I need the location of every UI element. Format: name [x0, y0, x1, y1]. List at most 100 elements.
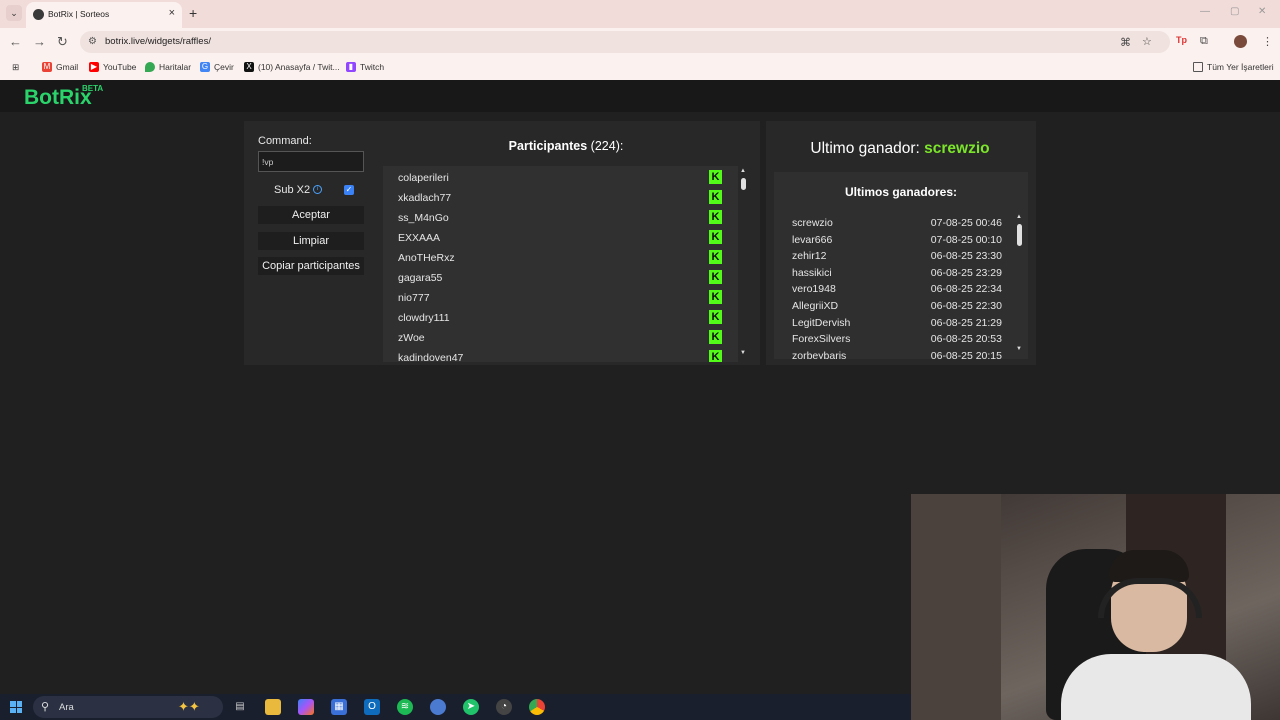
winners-list-title: Ultimos ganadores:: [844, 185, 958, 199]
store-icon[interactable]: ▦: [331, 699, 347, 715]
kick-icon: K: [709, 350, 722, 362]
telegram-like-icon[interactable]: ➤: [463, 699, 479, 715]
site-info-icon[interactable]: ⚙: [88, 36, 97, 47]
minimize-icon[interactable]: —: [1200, 6, 1210, 17]
back-icon[interactable]: ←: [9, 34, 22, 49]
bookmarks-bar: ⊞ M Gmail ▶ YouTube Haritalar G Çevir X (10)…: [0, 56, 1280, 80]
x-logo-icon: X: [244, 62, 254, 72]
extension-tp-icon[interactable]: Tp: [1176, 35, 1187, 45]
scroll-up-arrow-icon[interactable]: ▲: [740, 168, 746, 174]
bookmark-maps[interactable]: Haritalar: [145, 62, 191, 72]
winners-list[interactable]: Ultimos ganadores: screwzio 07-08-25 00:4…: [774, 172, 1028, 359]
botrix-favicon-icon: [33, 9, 44, 20]
profile-avatar[interactable]: [1234, 35, 1247, 48]
winners-scrollbar[interactable]: [1017, 224, 1022, 246]
translate-icon: G: [200, 62, 210, 72]
maximize-icon[interactable]: ▢: [1230, 6, 1239, 17]
file-explorer-icon[interactable]: [265, 699, 281, 715]
participant-row: zWoe K: [383, 327, 738, 347]
scroll-down-arrow-icon[interactable]: ▼: [740, 350, 746, 356]
participants-list[interactable]: colaperileri K xkadlach77 K ss_M4nGo K EXXA…: [383, 166, 738, 362]
participant-row: colaperileri K: [383, 167, 738, 187]
bookmark-youtube[interactable]: ▶ YouTube: [89, 62, 136, 72]
reload-icon[interactable]: ↻: [57, 34, 68, 50]
kick-icon: K: [709, 170, 722, 184]
bookmark-x[interactable]: X (10) Anasayfa / Twit...: [244, 62, 340, 72]
winner-row: levar666 07-08-25 00:10: [792, 234, 1002, 246]
accept-button[interactable]: Aceptar: [258, 206, 364, 224]
copilot-icon[interactable]: [298, 699, 314, 715]
twitch-icon: ▮: [346, 62, 356, 72]
participant-row: kadindoven47 K: [383, 347, 738, 362]
bookmark-gmail[interactable]: M Gmail: [42, 62, 78, 72]
kick-icon: K: [709, 270, 722, 284]
all-bookmarks-folder[interactable]: Tüm Yer İşaretleri: [1193, 62, 1274, 72]
kick-icon: K: [709, 210, 722, 224]
webcam-overlay: [911, 494, 1280, 720]
copy-participants-button[interactable]: Copiar participantes: [258, 257, 364, 275]
kick-icon: K: [709, 250, 722, 264]
kick-icon: K: [709, 290, 722, 304]
winner-row: zehir12 06-08-25 23:30: [792, 250, 1002, 262]
winner-row: zorbeybaris 06-08-25 20:15: [792, 350, 1002, 359]
windows-start-icon[interactable]: [10, 701, 22, 713]
windows-taskbar: ⚲ Ara ✦✦ ▤ ▦ O ≋ ➤ ◔: [0, 694, 911, 720]
winner-row: AllegriiXD 06-08-25 22:30: [792, 300, 1002, 312]
tab-search-icon[interactable]: ⌄: [6, 5, 22, 21]
webcam-wall: [911, 494, 1001, 720]
youtube-icon: ▶: [89, 62, 99, 72]
translate-icon[interactable]: ⌘: [1120, 36, 1131, 49]
kick-icon: K: [709, 330, 722, 344]
site-header: BotRix BETA: [0, 80, 1280, 112]
extensions-icon[interactable]: ⧉: [1200, 35, 1208, 48]
maps-pin-icon: [145, 62, 155, 72]
browser-tab[interactable]: BotRix | Sorteos ×: [26, 2, 182, 28]
browser-toolbar: ← → ↻ ⚙ botrix.live/widgets/raffles/ ⌘ ☆…: [0, 28, 1280, 56]
task-view-icon[interactable]: ▤: [232, 699, 248, 715]
beta-badge: BETA: [82, 84, 104, 93]
participant-row: ss_M4nGo K: [383, 207, 738, 227]
bookmark-star-icon[interactable]: ☆: [1142, 35, 1152, 48]
bookmark-twitch[interactable]: ▮ Twitch: [346, 62, 384, 72]
kick-icon: K: [709, 310, 722, 324]
browser-tab-bar: ⌄ BotRix | Sorteos × + — ▢ ✕: [0, 0, 1280, 28]
url-text[interactable]: botrix.live/widgets/raffles/: [105, 36, 211, 47]
participant-row: AnoTHeRxz K: [383, 247, 738, 267]
last-winner: Ultimo ganador: screwzio: [810, 140, 990, 157]
tab-title: BotRix | Sorteos: [48, 9, 110, 19]
participants-title: Participantes (224):: [508, 139, 624, 153]
winner-row: LegitDervish 06-08-25 21:29: [792, 317, 1002, 329]
winner-row: ForexSilvers 06-08-25 20:53: [792, 333, 1002, 345]
participant-row: gagara55 K: [383, 267, 738, 287]
winner-row: vero1948 06-08-25 22:34: [792, 283, 1002, 295]
clear-button[interactable]: Limpiar: [258, 232, 364, 250]
participant-row: xkadlach77 K: [383, 187, 738, 207]
address-bar[interactable]: ⚙ botrix.live/widgets/raffles/ ⌘ ☆: [80, 31, 1170, 53]
outlook-icon[interactable]: O: [364, 699, 380, 715]
sub-x2-checkbox[interactable]: ✓: [344, 185, 354, 195]
menu-icon[interactable]: ⋮: [1262, 35, 1273, 48]
webcam-person-shirt: [1061, 654, 1251, 720]
bookmark-translate[interactable]: G Çevir: [200, 62, 234, 72]
new-tab-icon[interactable]: +: [189, 5, 197, 21]
participant-row: clowdry111 K: [383, 307, 738, 327]
gmail-icon: M: [42, 62, 52, 72]
winner-row: screwzio 07-08-25 00:46: [792, 217, 1002, 229]
sub-x2-label: Sub X2: [274, 184, 311, 196]
forward-icon[interactable]: →: [33, 34, 46, 49]
close-tab-icon[interactable]: ×: [169, 7, 175, 19]
taskbar-search[interactable]: ⚲ Ara ✦✦: [33, 696, 223, 718]
participant-row: EXXAAA K: [383, 227, 738, 247]
app-circle-icon[interactable]: [430, 699, 446, 715]
info-icon[interactable]: i: [313, 185, 322, 194]
apps-grid-icon[interactable]: ⊞: [12, 62, 19, 73]
clock-app-icon[interactable]: ◔: [496, 699, 512, 715]
winners-scroll-up-arrow-icon[interactable]: ▲: [1016, 214, 1022, 220]
winners-scroll-down-arrow-icon[interactable]: ▼: [1016, 346, 1022, 352]
command-label: Command:: [258, 135, 312, 147]
spotify-icon[interactable]: ≋: [397, 699, 413, 715]
chrome-icon[interactable]: [529, 699, 545, 715]
participants-scrollbar[interactable]: [741, 178, 746, 190]
command-input[interactable]: [258, 151, 364, 172]
close-window-icon[interactable]: ✕: [1258, 6, 1266, 17]
